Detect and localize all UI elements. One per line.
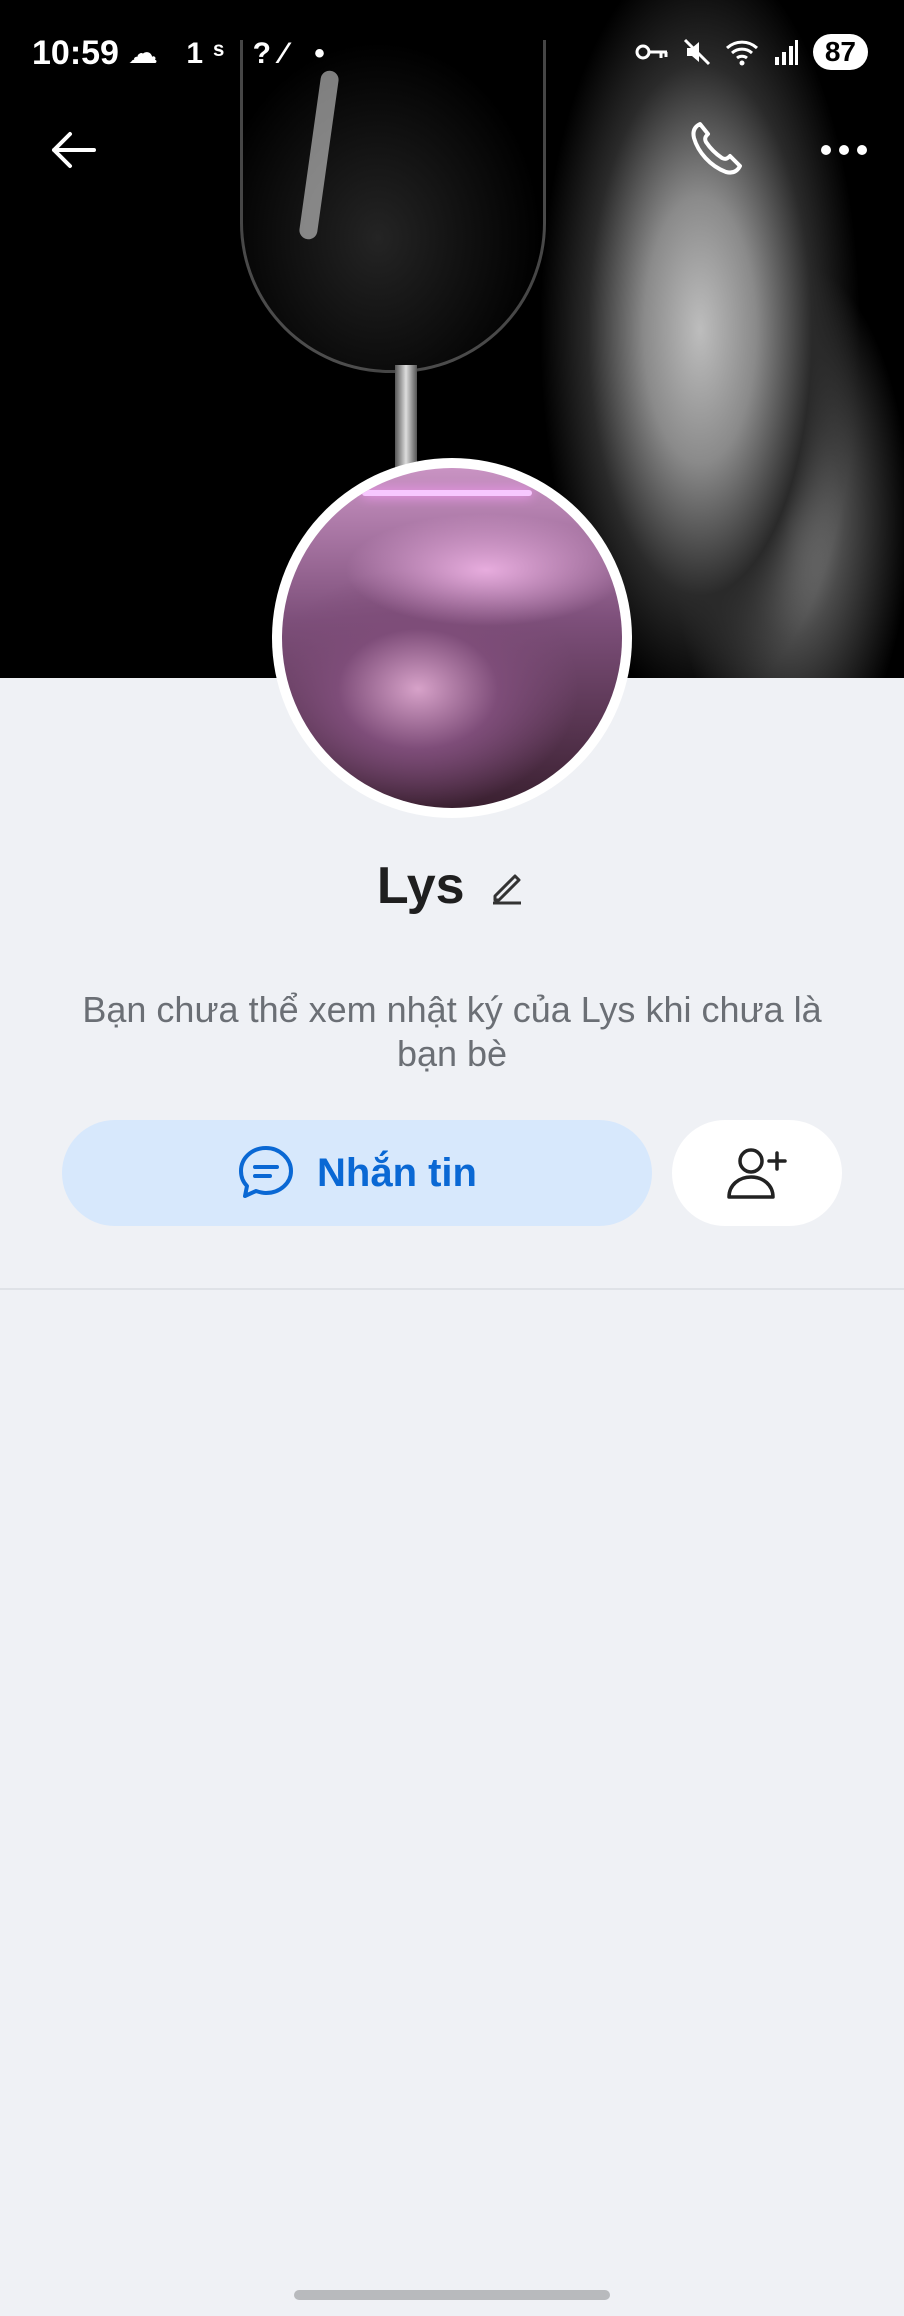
profile-name-row: Lys (0, 856, 904, 916)
status-bar: 10:59 ☁ 1ˢ ?⁄ • 87 (0, 0, 904, 110)
message-button-label: Nhắn tin (317, 1150, 477, 1195)
section-divider (0, 1288, 904, 1290)
home-indicator[interactable] (294, 2290, 610, 2300)
vpn-key-icon (635, 44, 668, 60)
mute-icon (683, 38, 710, 66)
edit-pencil-icon[interactable] (487, 866, 527, 906)
add-friend-icon (727, 1148, 787, 1199)
chat-bubble-icon (239, 1146, 293, 1198)
avatar[interactable] (272, 458, 632, 818)
wifi-icon (725, 40, 758, 66)
avatar-neon-light (362, 490, 532, 496)
more-options-icon[interactable] (818, 130, 870, 170)
battery-level: 87 (812, 34, 868, 70)
avatar-photo (282, 468, 622, 808)
friend-only-notice: Bạn chưa thể xem nhật ký của Lys khi chư… (82, 989, 822, 1074)
add-friend-button[interactable] (672, 1120, 842, 1226)
profile-name: Lys (376, 857, 465, 915)
back-arrow-icon[interactable] (44, 120, 104, 180)
status-right-icons: 87 (635, 34, 868, 70)
status-time: 10:59 (32, 34, 119, 72)
message-button[interactable]: Nhắn tin (62, 1120, 652, 1226)
phone-call-icon[interactable] (686, 118, 746, 178)
status-left-icons: ☁ 1ˢ ?⁄ • (128, 37, 335, 70)
signal-icon (774, 40, 798, 65)
